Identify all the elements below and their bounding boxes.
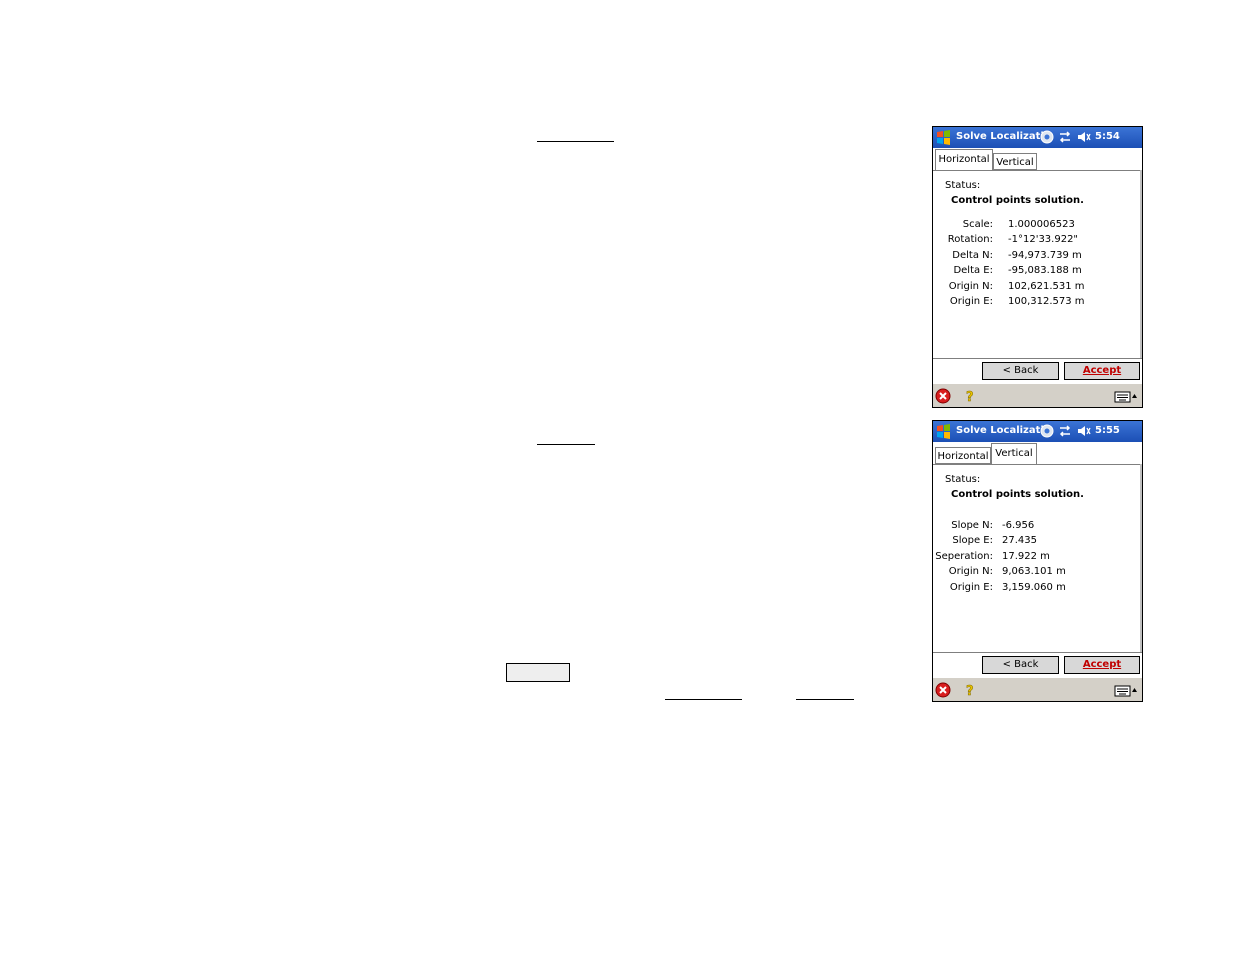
origin-n-label: Origin N:	[948, 281, 993, 292]
origin-n-value: 9,063.101 m	[1002, 566, 1066, 577]
scale-value: 1.000006523	[1008, 219, 1075, 230]
close-icon[interactable]	[935, 388, 951, 404]
separation-value: 17.922 m	[1002, 551, 1050, 562]
rotation-value: -1°12'33.922"	[1008, 234, 1079, 245]
separation-label: Seperation:	[935, 551, 993, 562]
button-bar: < Back Accept	[933, 358, 1142, 383]
slope-n-label: Slope N:	[951, 520, 993, 531]
tab-vertical[interactable]: Vertical	[993, 153, 1037, 170]
keyboard-icon[interactable]	[1114, 388, 1138, 404]
slope-e-label: Slope E:	[952, 535, 993, 546]
button-bar: < Back Accept	[933, 652, 1142, 677]
close-icon[interactable]	[935, 682, 951, 698]
delta-n-value: -94,973.739 m	[1008, 250, 1082, 261]
title-bar: Solve Localizati 5:55	[933, 421, 1142, 442]
windows-logo-icon[interactable]	[935, 129, 952, 146]
svg-text:?: ?	[966, 390, 974, 404]
tab-horizontal[interactable]: Horizontal	[935, 149, 993, 170]
delta-n-label: Delta N:	[952, 250, 993, 261]
content-panel: Status: Control points solution. Scale: …	[933, 170, 1142, 358]
scale-label: Scale:	[962, 219, 993, 230]
clock-time[interactable]: 5:54	[1095, 131, 1120, 142]
svg-text:?: ?	[966, 684, 974, 698]
grey-box	[506, 663, 570, 682]
status-value: Control points solution.	[951, 195, 1084, 206]
device-screen-vertical: Solve Localizati 5:55 Horizontal Vertica…	[932, 420, 1143, 702]
speaker-icon[interactable]	[1077, 130, 1091, 144]
device-screen-horizontal: Solve Localizati 5:54 Horizontal Vertica…	[932, 126, 1143, 408]
speaker-icon[interactable]	[1077, 424, 1091, 438]
tab-vertical[interactable]: Vertical	[991, 443, 1037, 464]
back-button[interactable]: < Back	[982, 656, 1059, 674]
delta-e-label: Delta E:	[953, 265, 993, 276]
status-label: Status:	[945, 474, 981, 485]
connectivity-icon[interactable]	[1058, 424, 1072, 438]
delta-e-value: -95,083.188 m	[1008, 265, 1082, 276]
back-button[interactable]: < Back	[982, 362, 1059, 380]
window-title: Solve Localizati	[956, 425, 1044, 436]
accept-button[interactable]: Accept	[1064, 656, 1140, 674]
tab-horizontal[interactable]: Horizontal	[935, 447, 991, 464]
title-bar: Solve Localizati 5:54	[933, 127, 1142, 148]
content-panel: Status: Control points solution. Slope N…	[933, 464, 1142, 652]
tab-strip: Horizontal Vertical	[933, 442, 1142, 465]
bottom-taskbar: ?	[933, 677, 1142, 701]
window-title: Solve Localizati	[956, 131, 1044, 142]
origin-n-label: Origin N:	[948, 566, 993, 577]
connectivity-icon[interactable]	[1058, 130, 1072, 144]
status-value: Control points solution.	[951, 489, 1084, 500]
underline-mark	[537, 444, 595, 445]
underline-mark	[537, 141, 614, 142]
keyboard-icon[interactable]	[1114, 682, 1138, 698]
origin-e-value: 3,159.060 m	[1002, 582, 1066, 593]
underline-mark	[665, 699, 742, 700]
origin-n-value: 102,621.531 m	[1008, 281, 1085, 292]
origin-e-label: Origin E:	[949, 296, 993, 307]
help-icon[interactable]: ?	[962, 682, 978, 698]
origin-e-label: Origin E:	[949, 582, 993, 593]
slope-e-value: 27.435	[1002, 535, 1037, 546]
satellite-icon[interactable]	[1040, 130, 1054, 144]
slope-n-value: -6.956	[1002, 520, 1035, 531]
windows-logo-icon[interactable]	[935, 423, 952, 440]
rotation-label: Rotation:	[947, 234, 993, 245]
satellite-icon[interactable]	[1040, 424, 1054, 438]
help-icon[interactable]: ?	[962, 388, 978, 404]
bottom-taskbar: ?	[933, 383, 1142, 407]
tab-strip: Horizontal Vertical	[933, 148, 1142, 171]
origin-e-value: 100,312.573 m	[1008, 296, 1085, 307]
underline-mark	[796, 699, 854, 700]
accept-button[interactable]: Accept	[1064, 362, 1140, 380]
clock-time[interactable]: 5:55	[1095, 425, 1120, 436]
status-label: Status:	[945, 180, 981, 191]
